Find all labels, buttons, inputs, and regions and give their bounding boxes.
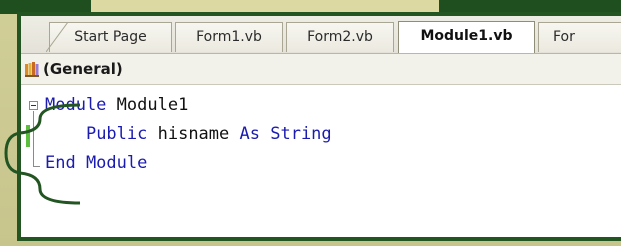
identifier-token: Module1 <box>106 95 189 115</box>
tab-form2[interactable]: Form2.vb <box>286 22 394 52</box>
code-text-area[interactable]: Module Module1 Public hisname As String … <box>21 85 621 237</box>
keyword-token: Module <box>45 95 107 115</box>
collapse-toggle-icon[interactable] <box>29 101 38 110</box>
outline-guide-end <box>33 166 40 167</box>
tab-form1[interactable]: Form1.vb <box>175 22 283 52</box>
class-combo-bar[interactable]: (General) <box>21 54 621 85</box>
outline-guide <box>33 111 34 167</box>
keyword-token: String <box>270 124 332 144</box>
tab-module1[interactable]: Module1.vb <box>398 21 535 53</box>
tab-label: Form1.vb <box>196 29 262 45</box>
tab-form-partial[interactable]: For <box>538 22 621 52</box>
code-editor-window: Start Page Form1.vb Form2.vb Module1.vb … <box>17 12 621 241</box>
combo-selected-value: (General) <box>43 60 123 78</box>
tab-label: Module1.vb <box>420 28 513 44</box>
tab-label: Form2.vb <box>307 29 373 45</box>
class-members-icon <box>25 62 39 77</box>
code-line-1: Module Module1 <box>45 95 188 115</box>
code-line-2: Public hisname As String <box>45 124 332 144</box>
tab-label: Start Page <box>74 29 147 45</box>
keyword-token: End Module <box>45 153 148 173</box>
keyword-token: Public <box>85 124 148 144</box>
document-tab-strip: Start Page Form1.vb Form2.vb Module1.vb … <box>21 16 621 54</box>
indent-token <box>45 124 86 144</box>
keyword-token: As <box>239 124 260 144</box>
tab-label: For <box>553 29 575 45</box>
change-indicator-bar <box>26 125 30 147</box>
code-line-3: End Module <box>45 153 147 173</box>
identifier-token: hisname <box>147 124 240 144</box>
tab-edge-decoration <box>46 22 68 52</box>
